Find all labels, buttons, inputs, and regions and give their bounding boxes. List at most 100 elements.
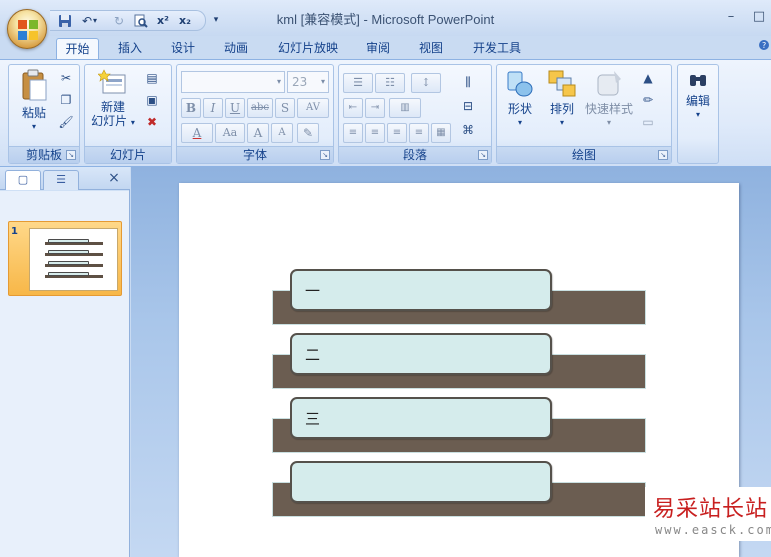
watermark-url: www.easck.com	[655, 523, 771, 537]
font-size-combo[interactable]: 23 ▾	[287, 71, 329, 93]
shape-box-4[interactable]	[290, 461, 552, 503]
align-text-icon[interactable]: ⊟	[459, 97, 477, 115]
slides-tab-icon[interactable]: ▢	[5, 170, 41, 190]
shapes-icon	[507, 71, 533, 97]
bold-button[interactable]: B	[181, 98, 201, 118]
arrange-icon	[548, 70, 576, 97]
shapes-button[interactable]: 形状 ▾	[499, 69, 541, 139]
shape-outline-icon[interactable]: ✏	[639, 91, 657, 109]
align-center-icon[interactable]: ≡	[365, 123, 385, 143]
paste-label: 粘贴	[21, 106, 46, 120]
tab-developer[interactable]: 开发工具	[466, 38, 528, 59]
grow-font-button[interactable]: A	[247, 123, 269, 143]
italic-button[interactable]: I	[203, 98, 223, 118]
shape-fill-icon[interactable]: ▲	[639, 69, 657, 87]
new-slide-button[interactable]: 新建 幻灯片 ▾	[88, 69, 138, 139]
editing-group: 编辑 ▾	[677, 64, 719, 164]
justify-icon[interactable]: ≡	[409, 123, 429, 143]
distribute-icon[interactable]: ▦	[431, 123, 451, 143]
office-button[interactable]	[7, 9, 47, 49]
tab-view[interactable]: 视图	[411, 38, 451, 59]
paste-icon	[22, 69, 47, 101]
thumb-box	[48, 239, 89, 243]
reset-slide-icon[interactable]: ▣	[143, 91, 161, 109]
text-direction-icon[interactable]: ⫼	[459, 73, 477, 91]
office-logo-icon	[18, 20, 38, 40]
quick-styles-dropdown-icon: ▾	[606, 118, 611, 127]
help-icon[interactable]: ?	[758, 38, 771, 56]
close-pane-icon[interactable]: ×	[106, 170, 122, 186]
arrange-label: 排列	[549, 102, 574, 116]
decrease-indent-icon[interactable]: ⇤	[343, 98, 363, 118]
paragraph-group: ☰ ☷ ↕ ⫼ ⇤ ⇥ ▥ ⊟ ≡ ≡ ≡ ≡ ▦ ⌘ 段落 ↘	[338, 64, 492, 164]
strikethrough-button[interactable]: abc	[247, 98, 273, 118]
text-shadow-button[interactable]: S	[275, 98, 295, 118]
binoculars-icon	[690, 75, 706, 86]
tab-review[interactable]: 审阅	[358, 38, 398, 59]
slides-pane: ▢ ☰ × 1	[0, 167, 130, 557]
font-color-button[interactable]: A	[181, 123, 213, 143]
thumb-box	[48, 272, 89, 276]
thumb-box	[48, 261, 89, 265]
window-title: kml [兼容模式] - Microsoft PowerPoint	[276, 12, 495, 27]
box-2-text[interactable]: 二	[305, 344, 320, 365]
title-bar: ↶ ▾ ↻ x² x₂ ▾ kml [兼容模式] - Microsoft Pow…	[0, 0, 771, 36]
drawing-launcher-icon[interactable]: ↘	[658, 150, 668, 160]
drawing-group: 形状 ▾ 排列 ▾ 快速样式 ▾ ▲ ✏ ▭ 绘图 ↘	[496, 64, 672, 164]
increase-indent-icon[interactable]: ⇥	[365, 98, 385, 118]
clipboard-group: 粘贴 ▾ ✂ ❐ 🖌 剪贴板 ↘	[8, 64, 80, 164]
bullets-icon[interactable]: ☰	[343, 73, 373, 93]
line-spacing-icon[interactable]: ↕	[411, 73, 441, 93]
quick-styles-button[interactable]: 快速样式 ▾	[583, 69, 635, 139]
align-right-icon[interactable]: ≡	[387, 123, 407, 143]
arrange-button[interactable]: 排列 ▾	[541, 69, 583, 139]
paste-button[interactable]: 粘贴 ▾	[15, 69, 53, 139]
slide-editing-area: 一 二 三 易采站长站 www.easck.com	[131, 167, 771, 557]
shrink-font-button[interactable]: A	[271, 123, 293, 143]
maximize-button[interactable]: □	[748, 8, 770, 26]
numbering-icon[interactable]: ☷	[375, 73, 405, 93]
tab-home[interactable]: 开始	[56, 38, 99, 60]
tab-design[interactable]: 设计	[163, 38, 203, 59]
shape-box-1[interactable]: 一	[290, 269, 552, 311]
svg-text:?: ?	[762, 41, 766, 50]
tab-insert[interactable]: 插入	[110, 38, 150, 59]
new-slide-label-1: 新建	[100, 100, 125, 114]
font-launcher-icon[interactable]: ↘	[320, 150, 330, 160]
columns-icon[interactable]: ▥	[389, 98, 421, 118]
slides-group-label: 幻灯片	[85, 146, 171, 163]
clipboard-launcher-icon[interactable]: ↘	[66, 150, 76, 160]
shape-box-2[interactable]: 二	[290, 333, 552, 375]
clear-formatting-icon[interactable]: ✎	[297, 123, 319, 143]
copy-icon[interactable]: ❐	[57, 91, 75, 109]
outline-tab-icon[interactable]: ☰	[43, 170, 79, 190]
tab-slideshow[interactable]: 幻灯片放映	[270, 38, 346, 59]
quick-styles-label: 快速样式	[584, 102, 633, 116]
tab-animations[interactable]: 动画	[216, 38, 256, 59]
slide-number: 1	[11, 226, 18, 237]
new-slide-icon	[97, 69, 126, 94]
shape-box-3[interactable]: 三	[290, 397, 552, 439]
minimize-button[interactable]: –	[720, 8, 742, 26]
box-3-text[interactable]: 三	[305, 408, 320, 429]
shape-effects-icon[interactable]: ▭	[639, 113, 657, 131]
slides-group: 新建 幻灯片 ▾ ▤ ▣ ✖ 幻灯片	[84, 64, 172, 164]
cut-icon[interactable]: ✂	[57, 69, 75, 87]
delete-slide-icon[interactable]: ✖	[143, 113, 161, 131]
paragraph-launcher-icon[interactable]: ↘	[478, 150, 488, 160]
pane-tabs: ▢ ☰ ×	[0, 167, 130, 190]
font-name-combo[interactable]: ▾	[181, 71, 285, 93]
box-1-text[interactable]: 一	[305, 280, 320, 301]
underline-button[interactable]: U	[225, 98, 245, 118]
slide-thumbnail[interactable]: 1	[8, 221, 122, 296]
layout-icon[interactable]: ▤	[143, 69, 161, 87]
align-left-icon[interactable]: ≡	[343, 123, 363, 143]
format-painter-icon[interactable]: 🖌	[57, 113, 75, 131]
smartart-icon[interactable]: ⌘	[459, 121, 477, 139]
new-slide-label-2: 幻灯片 ▾	[91, 114, 135, 128]
change-case-button[interactable]: Aa	[215, 123, 245, 143]
char-spacing-button[interactable]: AV	[297, 98, 329, 118]
editing-button[interactable]: 编辑 ▾	[679, 71, 717, 141]
ribbon: 粘贴 ▾ ✂ ❐ 🖌 剪贴板 ↘ 新建 幻灯片 ▾ ▤ ▣ ✖ 幻灯片 ▾ 23…	[0, 59, 771, 167]
font-group: ▾ 23 ▾ B I U abc S AV A Aa A A ✎ 字体 ↘	[176, 64, 334, 164]
